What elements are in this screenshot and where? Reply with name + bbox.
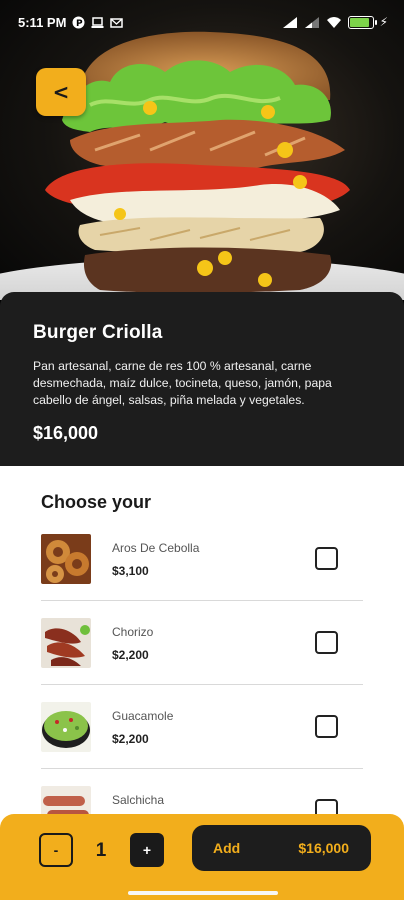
option-checkbox[interactable] [315,715,338,738]
signal-icon [304,16,319,28]
option-name: Guacamole [112,709,174,723]
add-label: Add [213,840,241,856]
product-info: Burger Criolla Pan artesanal, carne de r… [0,292,404,466]
laptop-icon [91,16,104,28]
add-total: $16,000 [298,840,349,856]
signal-icon [282,16,297,28]
chevron-left-icon: < [52,80,70,104]
guacamole-image [41,702,91,752]
option-price: $3,100 [112,564,149,578]
circle-p-icon: P [72,16,85,29]
battery-fill [349,17,370,27]
status-time: 5:11 PM [18,14,67,30]
onion-rings-image [41,534,91,584]
charging-icon: ⚡ [379,15,388,29]
burger-illustration [0,31,404,300]
product-price: $16,000 [33,423,99,443]
product-title: Burger Criolla [33,322,163,343]
option-price: $2,200 [112,648,149,662]
back-button[interactable]: < [36,68,86,116]
status-bar: 5:11 PM P ⚡ [0,0,404,44]
mail-icon [110,17,124,28]
option-name: Aros De Cebolla [112,541,200,555]
divider [41,600,363,601]
status-left: 5:11 PM P [18,14,124,30]
add-to-cart-button[interactable]: Add $16,000 [192,825,371,871]
divider [41,768,363,769]
home-indicator[interactable] [128,891,278,895]
chorizo-image [41,618,91,668]
battery-icon [347,15,377,29]
wifi-icon [326,16,341,28]
hero-image [0,0,404,300]
option-checkbox[interactable] [315,547,338,570]
options-heading: Choose your [41,492,152,512]
increase-quantity-button[interactable]: + [130,833,164,867]
decrease-quantity-button[interactable]: - [39,833,73,867]
option-price: $2,200 [112,732,149,746]
quantity-value: 1 [95,840,107,861]
status-right: ⚡ [282,15,388,29]
svg-text:P: P [76,19,83,29]
product-description: Pan artesanal, carne de res 100 % artesa… [33,359,332,407]
option-checkbox[interactable] [315,631,338,654]
option-name: Chorizo [112,625,154,639]
option-item[interactable]: Chorizo $2,200 [41,618,363,702]
option-name: Salchicha [112,793,165,807]
option-item[interactable]: Aros De Cebolla $3,100 [41,534,363,618]
divider [41,684,363,685]
cart-bar: - 1 + Add $16,000 [0,814,404,900]
option-item[interactable]: Guacamole $2,200 [41,702,363,786]
